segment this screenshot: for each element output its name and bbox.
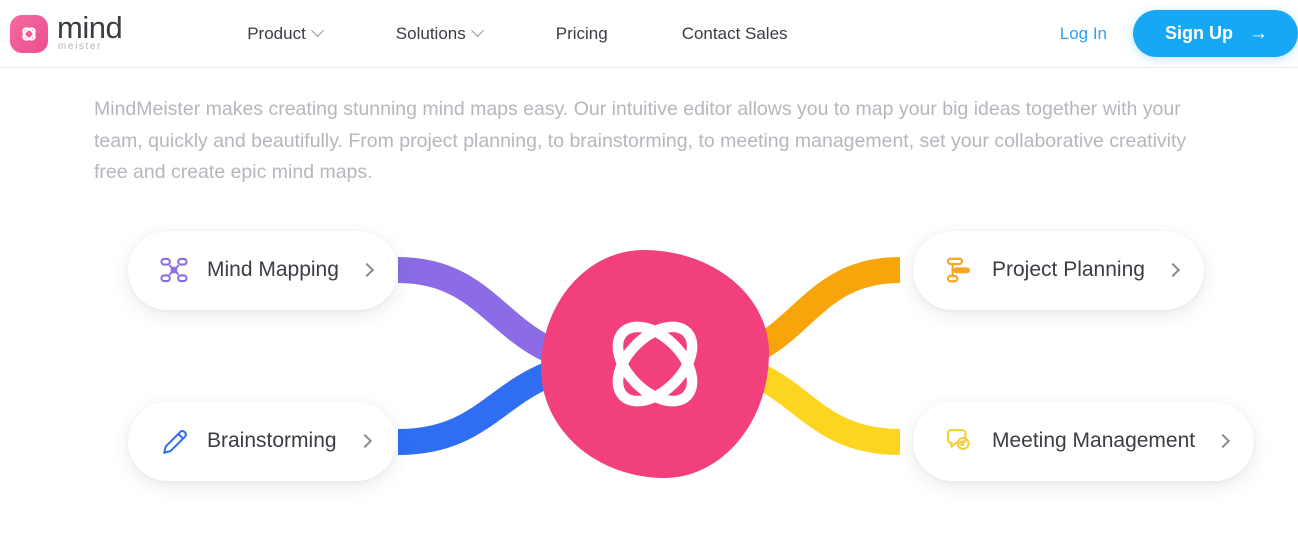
mindmap-card-project-planning[interactable]: Project Planning: [913, 230, 1204, 310]
nav-label: Solutions: [395, 23, 466, 43]
mindmap-stage: Mind Mapping Brainstorming Project Plann…: [0, 222, 1298, 522]
mindmeister-atom-icon: [612, 321, 698, 406]
chevron-down-icon: [470, 24, 484, 38]
mindmap-center-node[interactable]: [541, 249, 769, 478]
mindmap-card-meeting-management[interactable]: Meeting Management: [913, 401, 1255, 481]
chat-bubbles-icon: [943, 425, 975, 457]
pencil-icon: [158, 425, 190, 457]
mindmeister-atom-icon: [10, 14, 48, 53]
chevron-down-icon: [310, 24, 324, 38]
card-label: Project Planning: [992, 258, 1145, 281]
card-label: Brainstorming: [207, 429, 337, 452]
chevron-right-icon: [359, 262, 374, 278]
mindmap-card-mind-mapping[interactable]: Mind Mapping: [128, 230, 398, 310]
nav-label: Contact Sales: [681, 23, 788, 43]
mind-map-nodes-icon: [158, 254, 190, 286]
chevron-right-icon: [1216, 433, 1231, 449]
nav-item-contact-sales[interactable]: Contact Sales: [645, 24, 825, 44]
nav-item-pricing[interactable]: Pricing: [519, 24, 645, 44]
intro-paragraph: MindMeister makes creating stunning mind…: [94, 98, 1187, 183]
card-label: Meeting Management: [992, 429, 1196, 452]
site-header: mind meister Product Solutions Pricing C…: [0, 0, 1298, 68]
nav-label: Pricing: [555, 23, 608, 43]
chevron-right-icon: [1165, 262, 1181, 278]
card-label: Mind Mapping: [207, 258, 339, 281]
sign-up-label: Sign Up: [1165, 23, 1233, 43]
logo-text: mind meister: [57, 10, 123, 54]
sign-up-button[interactable]: Sign Up →: [1133, 10, 1298, 57]
logo[interactable]: mind meister: [10, 10, 123, 54]
main-navigation: Product Solutions Pricing Contact Sales: [210, 24, 824, 44]
nav-item-product[interactable]: Product: [210, 24, 359, 44]
nav-label: Product: [247, 23, 306, 43]
login-link[interactable]: Log In: [1060, 24, 1107, 44]
gantt-bars-icon: [943, 254, 975, 286]
logo-primary-text: mind: [57, 10, 123, 45]
arrow-right-icon: →: [1249, 23, 1268, 44]
mindmap-card-brainstorming[interactable]: Brainstorming: [128, 401, 396, 481]
chevron-right-icon: [357, 433, 372, 449]
nav-item-solutions[interactable]: Solutions: [359, 24, 519, 44]
header-actions: Log In Sign Up →: [1060, 10, 1298, 57]
